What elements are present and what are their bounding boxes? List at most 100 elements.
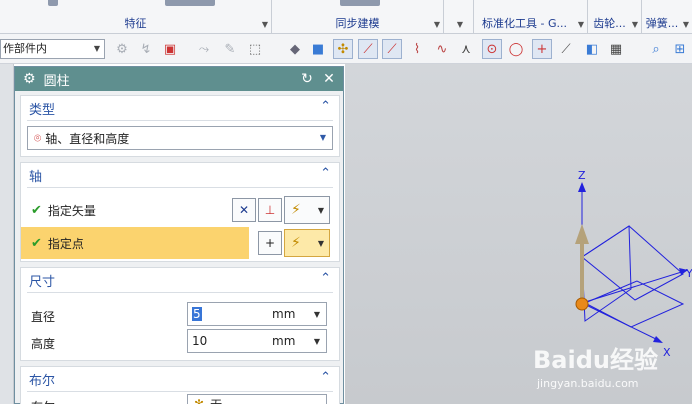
section-header-type[interactable]: 类型 ⌃ [21, 96, 339, 120]
axis-label-z: Z [578, 169, 586, 182]
ribbon-group-label: 标准化工具 - G... [482, 17, 567, 30]
point-dialog-icon[interactable]: + [258, 231, 282, 255]
section-header-boolean[interactable]: 布尔 ⌃ [21, 367, 339, 391]
ribbon-group-label: 同步建模 [335, 17, 380, 30]
resource-bar [0, 64, 14, 404]
z-arrow-icon [578, 182, 586, 192]
mid-point-icon[interactable]: ⟋ [382, 39, 402, 59]
reverse-direction-icon[interactable]: ✕ [232, 198, 256, 222]
chevron-down-icon[interactable]: ▼ [434, 20, 440, 29]
inferred-vector-dropdown[interactable]: ⚡ ▼ [284, 196, 330, 224]
zoom-view-icon[interactable]: ⌕ [646, 39, 666, 59]
ribbon-group-features: 特征 ▼ [0, 0, 272, 34]
wcs-triad: Z Y X Baidu经验 jingyan.baidu.com [533, 169, 692, 390]
axis-section: 轴 ⌃ ✔ 指定矢量 ✕ ⊥ ⚡ ▼ ✔ 指定点 + ⚡ ▼ [20, 162, 340, 262]
curve-point-icon[interactable]: ⌇ [407, 39, 427, 59]
chevron-up-icon[interactable]: ⌃ [320, 166, 331, 181]
graphics-viewport[interactable]: Z Y X Baidu经验 jingyan.baidu.com [345, 64, 692, 404]
existing-point-icon[interactable]: + [532, 39, 552, 59]
divider [27, 391, 333, 392]
ribbon-group-sync-modeling: 同步建模 ▼ [272, 0, 444, 34]
check-icon: ✔ [31, 202, 42, 218]
spline-icon[interactable]: ∿ [432, 39, 452, 59]
height-unit: mm [272, 334, 296, 348]
section-header-axis[interactable]: 轴 ⌃ [21, 163, 339, 187]
dimensions-section: 尺寸 ⌃ 直径 5 mm ▼ 高度 10 mm ▼ [20, 267, 340, 361]
select-box-icon[interactable]: ▣ [160, 39, 180, 59]
diameter-label: 直径 [31, 310, 56, 324]
selection-scope-value: 作部件内 [3, 42, 47, 55]
cylinder-dialog: ⚙ 圆柱 ↻ ✕ 类型 ⌃ ⌾ 轴、直径和高度 ▼ 轴 ⌃ ✔ 指定矢量 ✕ ⊥… [14, 66, 344, 404]
watermark-url: jingyan.baidu.com [536, 377, 639, 390]
diameter-value: 5 [192, 307, 202, 321]
ribbon-group-spring: 弹簧... ▼ [642, 0, 692, 34]
pick-icon[interactable]: ✎ [220, 39, 240, 59]
specify-point-row[interactable]: ✔ 指定点 [21, 227, 249, 259]
inferred-point-icon: ⚡ [291, 235, 301, 251]
gear-icon[interactable]: ⚙ [23, 71, 36, 87]
filter-icon[interactable]: ⚙ [112, 39, 132, 59]
divider [27, 187, 333, 188]
chevron-up-icon[interactable]: ⌃ [320, 99, 331, 114]
diameter-input[interactable]: 5 mm ▼ [187, 302, 327, 326]
vector-arrow-icon[interactable] [575, 224, 589, 244]
boolean-select[interactable]: ✻ 无 [187, 394, 327, 404]
snap-points-icon[interactable]: ✣ [333, 39, 353, 59]
quadrant-icon[interactable]: ◯ [506, 39, 526, 59]
chevron-down-icon[interactable]: ▼ [314, 337, 320, 346]
arc-center-icon[interactable]: ⊙ [482, 39, 502, 59]
origin-point-icon[interactable] [575, 297, 589, 311]
dialog-title-bar[interactable]: ⚙ 圆柱 ↻ ✕ [15, 67, 343, 91]
boolean-none-icon: ✻ [194, 397, 205, 404]
selection-scope-combo[interactable]: 作部件内 ▼ [0, 39, 105, 59]
face-icon[interactable]: ■ [308, 39, 328, 59]
snap-icon[interactable]: ↯ [136, 39, 156, 59]
lasso-icon[interactable]: ⬚ [245, 39, 265, 59]
datum-plane-floor [583, 280, 685, 328]
point-on-face-icon[interactable]: ◧ [582, 39, 602, 59]
boolean-label: 布尔 [31, 398, 55, 404]
section-title: 类型 [29, 102, 56, 118]
grid-icon[interactable]: ▦ [606, 39, 626, 59]
chevron-down-icon[interactable]: ▼ [578, 20, 584, 29]
vector-dialog-icon[interactable]: ⊥ [258, 198, 282, 222]
axis-label-x: X [663, 346, 671, 359]
boolean-section: 布尔 ⌃ 布尔 ✻ 无 [20, 366, 340, 404]
chevron-down-icon[interactable]: ▼ [683, 20, 689, 29]
divider [27, 292, 333, 293]
fit-view-icon[interactable]: ⊞ [670, 39, 690, 59]
point-on-curve-icon[interactable]: ⟋ [556, 39, 576, 59]
section-header-dimensions[interactable]: 尺寸 ⌃ [21, 268, 339, 292]
chevron-down-icon: ▼ [93, 44, 100, 53]
divider [27, 120, 333, 121]
x-arrow-icon [653, 336, 663, 343]
chevron-up-icon[interactable]: ⌃ [320, 370, 331, 385]
chevron-down-icon[interactable]: ▼ [262, 20, 268, 29]
boolean-select-value: 无 [210, 396, 222, 404]
reset-icon[interactable]: ↻ [298, 70, 316, 88]
chevron-down-icon[interactable]: ▼ [314, 310, 320, 319]
specify-point-label: 指定点 [47, 236, 84, 251]
inferred-point-dropdown[interactable]: ⚡ ▼ [284, 229, 330, 257]
type-select[interactable]: ⌾ 轴、直径和高度 ▼ [27, 126, 333, 150]
end-point-icon[interactable]: ⟋ [358, 39, 378, 59]
x-axis-line [581, 302, 661, 342]
close-icon[interactable]: ✕ [320, 70, 338, 88]
ribbon-group-gear: 齿轮... ▼ [588, 0, 642, 34]
deselect-icon[interactable]: ⤳ [194, 39, 214, 59]
height-label: 高度 [31, 337, 56, 351]
diameter-unit: mm [272, 307, 296, 321]
section-title: 轴 [29, 169, 43, 185]
section-title: 尺寸 [29, 274, 56, 290]
datum-plane-xy [581, 225, 684, 301]
watermark-brand: Baidu经验 [533, 346, 658, 374]
chevron-up-icon[interactable]: ⌃ [320, 271, 331, 286]
chevron-down-icon[interactable]: ▼ [632, 20, 638, 29]
solid-body-icon[interactable]: ◆ [285, 39, 305, 59]
ribbon-group-label: 特征 [124, 17, 147, 30]
cylinder-type-icon: ⌾ [34, 130, 42, 145]
height-input[interactable]: 10 mm ▼ [187, 329, 327, 353]
section-title: 布尔 [29, 373, 56, 389]
chevron-down-icon[interactable]: ▼ [457, 20, 463, 29]
intersection-icon[interactable]: ⋏ [456, 39, 476, 59]
